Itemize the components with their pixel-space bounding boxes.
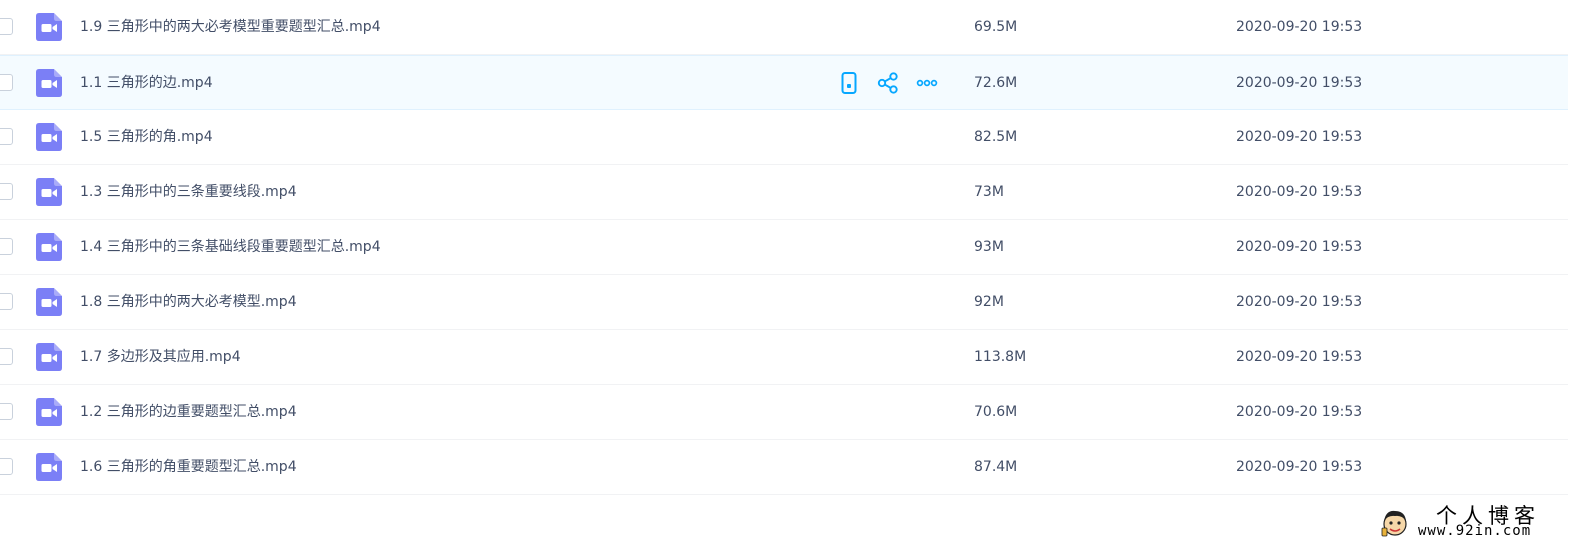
more-button[interactable] bbox=[914, 70, 940, 96]
video-file-icon bbox=[36, 13, 62, 41]
row-checkbox[interactable] bbox=[0, 293, 13, 310]
file-size: 70.6M bbox=[974, 404, 1018, 420]
file-modified-date: 2020-09-20 19:53 bbox=[1236, 459, 1363, 475]
video-file-icon bbox=[36, 123, 62, 151]
file-name-link[interactable]: 1.3 三角形中的三条重要线段.mp4 bbox=[80, 165, 297, 219]
file-modified-date: 2020-09-20 19:53 bbox=[1236, 75, 1363, 91]
file-size: 113.8M bbox=[974, 349, 1027, 365]
row-checkbox[interactable] bbox=[0, 128, 13, 145]
file-row[interactable]: 1.5 三角形的角.mp4 82.5M 2020-09-20 19:53 bbox=[0, 110, 1568, 165]
file-size: 87.4M bbox=[974, 459, 1018, 475]
file-size: 69.5M bbox=[974, 19, 1018, 35]
file-size: 82.5M bbox=[974, 129, 1018, 145]
file-name-link[interactable]: 1.5 三角形的角.mp4 bbox=[80, 110, 213, 164]
video-file-icon bbox=[36, 398, 62, 426]
video-file-icon bbox=[36, 69, 62, 97]
file-row[interactable]: 1.9 三角形中的两大必考模型重要题型汇总.mp4 69.5M 2020-09-20… bbox=[0, 0, 1568, 55]
video-file-icon bbox=[36, 288, 62, 316]
file-row[interactable]: 1.1 三角形的边.mp4 72.6M 2020-09-20 19:53 bbox=[0, 55, 1568, 110]
file-size: 92M bbox=[974, 294, 1004, 310]
row-checkbox[interactable] bbox=[0, 183, 13, 200]
file-name-link[interactable]: 1.6 三角形的角重要题型汇总.mp4 bbox=[80, 440, 297, 494]
file-size: 93M bbox=[974, 239, 1004, 255]
file-row[interactable]: 1.8 三角形中的两大必考模型.mp4 92M 2020-09-20 19:53 bbox=[0, 275, 1568, 330]
file-modified-date: 2020-09-20 19:53 bbox=[1236, 239, 1363, 255]
share-icon bbox=[877, 72, 898, 94]
file-row[interactable]: 1.6 三角形的角重要题型汇总.mp4 87.4M 2020-09-20 19:53 bbox=[0, 440, 1568, 495]
send-to-phone-button[interactable] bbox=[836, 70, 862, 96]
more-icon bbox=[916, 79, 938, 87]
file-row[interactable]: 1.3 三角形中的三条重要线段.mp4 73M 2020-09-20 19:53 bbox=[0, 165, 1568, 220]
file-modified-date: 2020-09-20 19:53 bbox=[1236, 129, 1363, 145]
row-checkbox[interactable] bbox=[0, 348, 13, 365]
file-modified-date: 2020-09-20 19:53 bbox=[1236, 294, 1363, 310]
watermark-url: www.92in.com bbox=[1418, 523, 1532, 539]
file-size: 72.6M bbox=[974, 75, 1018, 91]
video-file-icon bbox=[36, 233, 62, 261]
watermark: 个人博客 www.92in.com bbox=[1378, 500, 1558, 548]
file-modified-date: 2020-09-20 19:53 bbox=[1236, 19, 1363, 35]
file-name-link[interactable]: 1.8 三角形中的两大必考模型.mp4 bbox=[80, 275, 297, 329]
row-checkbox[interactable] bbox=[0, 458, 13, 475]
row-checkbox[interactable] bbox=[0, 403, 13, 420]
row-checkbox[interactable] bbox=[0, 238, 13, 255]
file-modified-date: 2020-09-20 19:53 bbox=[1236, 184, 1363, 200]
file-row[interactable]: 1.2 三角形的边重要题型汇总.mp4 70.6M 2020-09-20 19:53 bbox=[0, 385, 1568, 440]
file-name-link[interactable]: 1.7 多边形及其应用.mp4 bbox=[80, 330, 241, 384]
file-list: 1.9 三角形中的两大必考模型重要题型汇总.mp4 69.5M 2020-09-20… bbox=[0, 0, 1568, 495]
file-name-link[interactable]: 1.2 三角形的边重要题型汇总.mp4 bbox=[80, 385, 297, 439]
file-name-link[interactable]: 1.4 三角形中的三条基础线段重要题型汇总.mp4 bbox=[80, 220, 381, 274]
file-name-link[interactable]: 1.9 三角形中的两大必考模型重要题型汇总.mp4 bbox=[80, 0, 381, 54]
file-size: 73M bbox=[974, 184, 1004, 200]
file-row[interactable]: 1.4 三角形中的三条基础线段重要题型汇总.mp4 93M 2020-09-20 1… bbox=[0, 220, 1568, 275]
file-modified-date: 2020-09-20 19:53 bbox=[1236, 349, 1363, 365]
row-checkbox[interactable] bbox=[0, 74, 13, 91]
video-file-icon bbox=[36, 178, 62, 206]
file-name-link[interactable]: 1.1 三角形的边.mp4 bbox=[80, 56, 213, 110]
phone-icon bbox=[841, 72, 857, 94]
video-file-icon bbox=[36, 343, 62, 371]
row-checkbox[interactable] bbox=[0, 18, 13, 35]
file-modified-date: 2020-09-20 19:53 bbox=[1236, 404, 1363, 420]
share-button[interactable] bbox=[875, 70, 901, 96]
cartoon-face-icon bbox=[1381, 510, 1407, 537]
video-file-icon bbox=[36, 453, 62, 481]
file-row[interactable]: 1.7 多边形及其应用.mp4 113.8M 2020-09-20 19:53 bbox=[0, 330, 1568, 385]
